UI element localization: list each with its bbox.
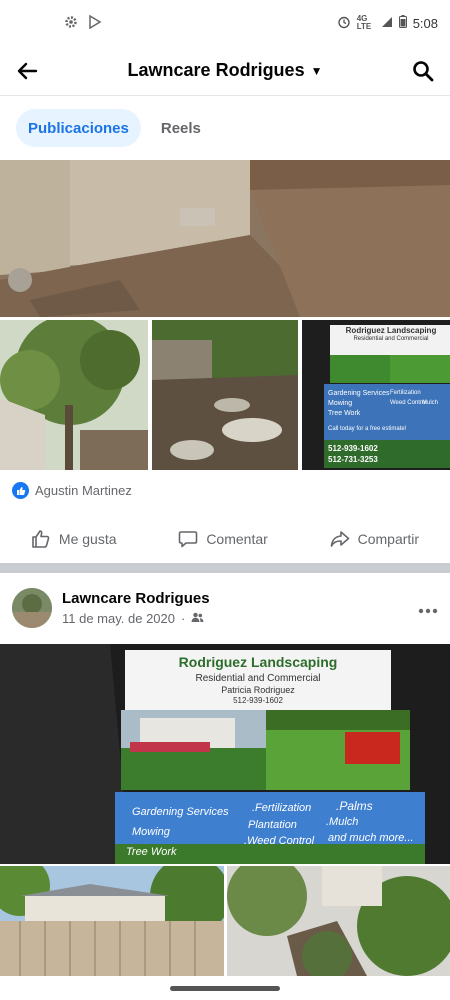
clock: 5:08 xyxy=(412,15,438,31)
card-service: Mowing xyxy=(132,826,170,838)
post-photo-yard-shade[interactable] xyxy=(152,320,298,470)
post-photo-tree[interactable] xyxy=(0,320,148,470)
friends-audience-icon xyxy=(191,611,204,626)
card-phone: 512-939-1602 xyxy=(233,696,283,705)
battery-icon xyxy=(398,15,407,31)
card-cta: Call today for a free estimate! xyxy=(328,426,407,432)
card-service: .Mulch xyxy=(326,816,359,828)
arrow-left-icon xyxy=(17,62,38,79)
reaction-name: Agustin Martinez xyxy=(35,483,132,498)
post-author[interactable]: Lawncare Rodrigues xyxy=(62,590,418,607)
card-title: Rodriguez Landscaping xyxy=(345,326,437,335)
caret-down-icon: ▼ xyxy=(310,63,323,78)
search-icon xyxy=(413,60,434,81)
signal-icon xyxy=(381,16,393,31)
page-header: Lawncare Rodrigues ▼ xyxy=(0,46,450,96)
card-subtitle: Residential and Commercial xyxy=(353,336,429,342)
post-photo-business-card-large[interactable]: Rodriguez Landscaping Residential and Co… xyxy=(0,644,450,864)
post-actions: Me gusta Comentar Compartir xyxy=(0,518,450,560)
card-phone: 512-731-3253 xyxy=(328,455,378,464)
avatar[interactable] xyxy=(12,588,52,628)
card-service: Tree Work xyxy=(328,410,361,417)
page-title: Lawncare Rodrigues xyxy=(127,60,305,80)
tab-publicaciones[interactable]: Publicaciones xyxy=(16,109,141,147)
play-store-icon xyxy=(88,14,102,32)
card-service: and much more... xyxy=(328,832,414,844)
post-photo-row xyxy=(0,866,450,976)
card-owner: Patricia Rodriguez xyxy=(221,685,295,695)
page-title-dropdown[interactable]: Lawncare Rodrigues ▼ xyxy=(40,60,410,81)
post-photo-yard[interactable] xyxy=(0,160,450,317)
comment-button[interactable]: Comentar xyxy=(178,529,268,549)
system-navigation-bar xyxy=(0,976,450,1000)
content-tabs: Publicaciones Reels xyxy=(0,97,450,159)
card-service: Fertilization xyxy=(390,390,421,396)
card-service: Tree Work xyxy=(126,846,177,858)
card-service: Mulch xyxy=(422,400,439,406)
card-service: Gardening Services xyxy=(132,806,229,818)
share-label: Compartir xyxy=(357,531,420,547)
like-reaction-icon xyxy=(12,482,29,499)
card-service: Mowing xyxy=(328,400,353,407)
comment-label: Comentar xyxy=(206,531,268,547)
gear-icon xyxy=(64,15,78,32)
card-service: Plantation xyxy=(248,819,297,831)
share-icon xyxy=(330,531,349,547)
status-bar: 4G LTE 5:08 xyxy=(0,0,450,46)
tab-reels[interactable]: Reels xyxy=(149,109,213,147)
dot-separator: · xyxy=(181,611,186,626)
card-service: .Fertilization xyxy=(252,802,312,814)
post-photo-tree-trimming[interactable] xyxy=(227,866,450,976)
post-photo-row: Rodriguez Landscaping Residential and Co… xyxy=(0,320,450,470)
card-title: Rodriguez Landscaping xyxy=(178,654,338,670)
like-label: Me gusta xyxy=(58,531,117,547)
card-phone: 512-939-1602 xyxy=(328,444,378,453)
card-subtitle: Residential and Commercial xyxy=(195,673,321,684)
post-date[interactable]: 11 de may. de 2020 xyxy=(62,611,175,626)
post-photo-house-fence[interactable] xyxy=(0,866,224,976)
back-button[interactable] xyxy=(14,58,40,84)
card-service: Gardening Services xyxy=(328,390,390,397)
post-photo-business-card[interactable]: Rodriguez Landscaping Residential and Co… xyxy=(302,320,450,470)
search-button[interactable] xyxy=(410,58,436,84)
thumbs-up-icon xyxy=(32,530,50,548)
post-header: Lawncare Rodrigues 11 de may. de 2020 · xyxy=(0,573,450,643)
alarm-icon xyxy=(337,15,351,32)
card-service: .Weed Control xyxy=(244,835,315,847)
card-service: .Palms xyxy=(336,799,373,813)
reaction-summary[interactable]: Agustin Martinez xyxy=(12,482,132,499)
more-dots-icon xyxy=(418,608,438,613)
network-indicator: 4G LTE xyxy=(356,14,372,31)
post-separator xyxy=(0,563,450,573)
share-button[interactable]: Compartir xyxy=(330,529,419,549)
home-gesture-handle[interactable] xyxy=(170,985,280,991)
more-options-button[interactable] xyxy=(418,597,438,620)
like-button[interactable]: Me gusta xyxy=(31,529,117,549)
comment-icon xyxy=(179,531,198,548)
